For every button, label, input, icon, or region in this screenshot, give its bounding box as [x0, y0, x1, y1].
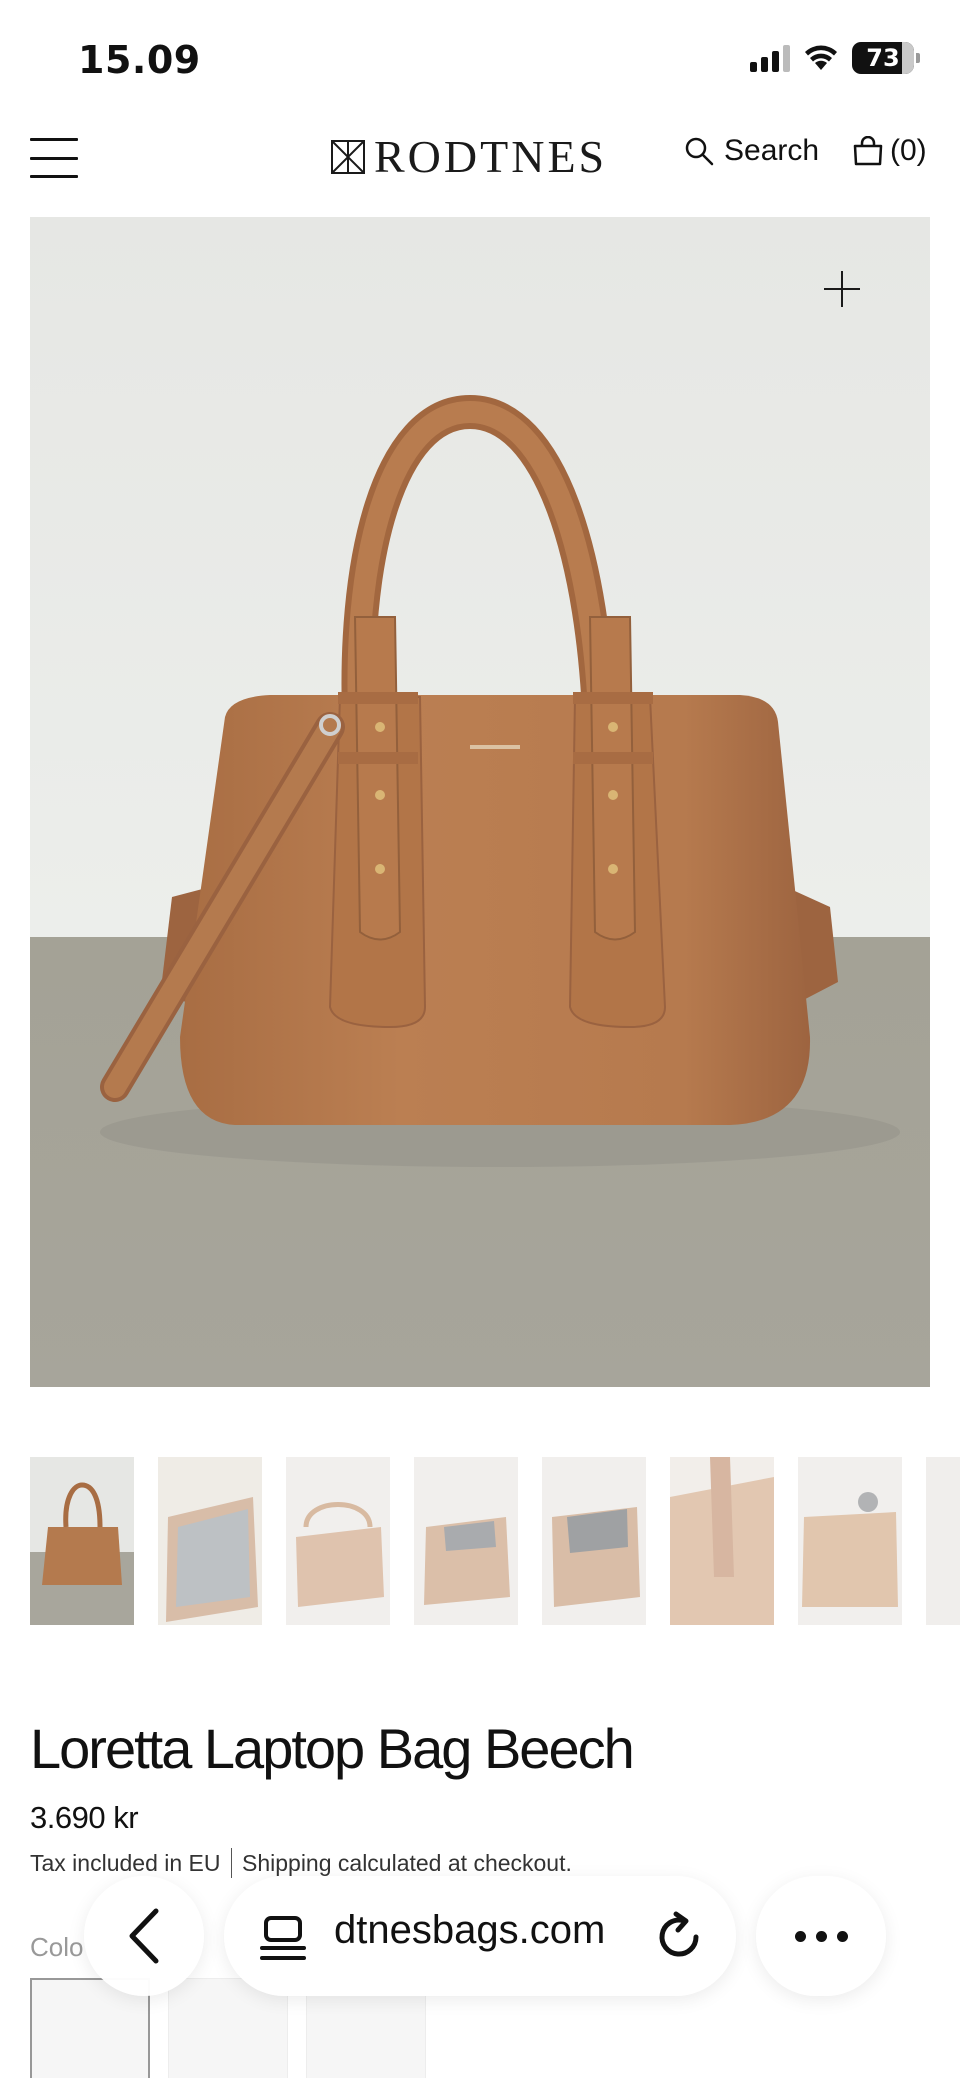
logo-icon: [331, 139, 365, 174]
signal-icon: [750, 44, 790, 72]
brand-name: RODTNES: [374, 131, 608, 182]
thumbnail[interactable]: [30, 1457, 134, 1625]
cart-button[interactable]: (0): [852, 134, 927, 168]
url-text: dtnesbags.com: [334, 1908, 606, 1952]
status-bar: 15.09 73: [0, 0, 960, 110]
thumbnail[interactable]: [158, 1457, 262, 1625]
thumbnail[interactable]: [414, 1457, 518, 1625]
zoom-button[interactable]: [822, 269, 862, 309]
reload-icon[interactable]: [650, 1908, 708, 1966]
status-time: 15.09: [78, 38, 201, 82]
wifi-icon: [805, 45, 837, 70]
product-title: Loretta Laptop Bag Beech: [30, 1717, 635, 1780]
search-button[interactable]: Search: [684, 134, 819, 168]
thumbnail[interactable]: [670, 1457, 774, 1625]
thumbnail[interactable]: [798, 1457, 902, 1625]
thumbnail[interactable]: [926, 1457, 960, 1625]
thumbnail-strip[interactable]: [30, 1457, 960, 1625]
site-header: RODTNES Search (0): [0, 110, 960, 210]
bag-icon: [853, 136, 883, 166]
status-icons: 73: [750, 42, 920, 74]
thumbnail[interactable]: [286, 1457, 390, 1625]
menu-icon[interactable]: [30, 138, 78, 178]
brand-logo[interactable]: RODTNES: [330, 130, 607, 183]
cart-count: (0): [890, 134, 927, 167]
back-button[interactable]: [84, 1876, 204, 1996]
battery-icon: 73: [852, 42, 920, 74]
tabs-icon: [260, 1916, 306, 1960]
address-bar[interactable]: dtnesbags.com: [224, 1876, 736, 1996]
bag-photo: [30, 217, 930, 1387]
more-button[interactable]: [756, 1876, 886, 1996]
search-label: Search: [724, 134, 820, 167]
browser-toolbar: dtnesbags.com: [0, 1860, 960, 2000]
thumbnail[interactable]: [542, 1457, 646, 1625]
product-main-image[interactable]: [30, 217, 930, 1387]
product-price: 3.690 kr: [30, 1800, 139, 1835]
battery-level: 73: [866, 44, 900, 72]
back-icon: [129, 1908, 159, 1964]
more-icon: [794, 1930, 806, 1942]
search-icon: [685, 137, 714, 166]
